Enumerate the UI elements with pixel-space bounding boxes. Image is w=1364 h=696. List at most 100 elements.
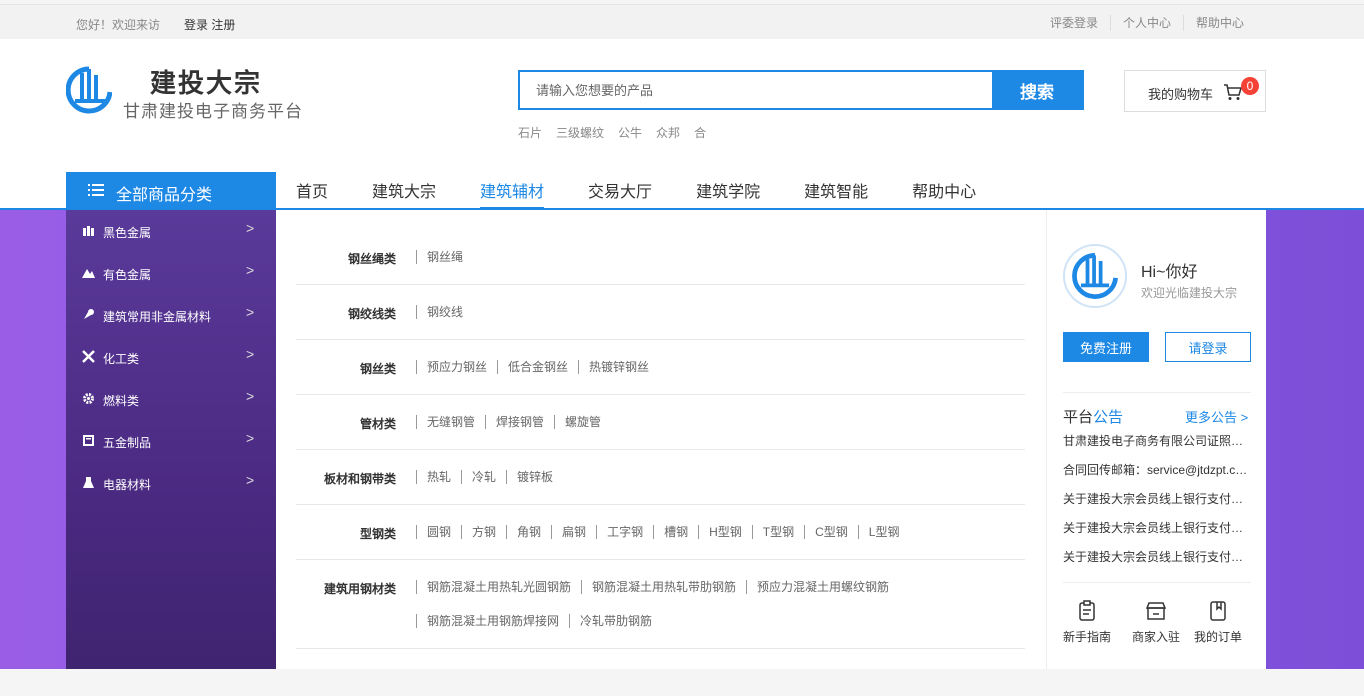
category-item[interactable]: 螺旋管	[554, 415, 611, 429]
nav-home[interactable]: 首页	[296, 178, 328, 208]
flask-icon	[83, 477, 94, 488]
main-nav: 首页 建筑大宗 建筑辅材 交易大厅 建筑学院 建筑智能 帮助中心	[296, 178, 1020, 209]
search-input[interactable]	[520, 72, 994, 108]
category-row: 型钢类 圆钢 方钢 角钢 扁钢 工字钢 槽钢 H型钢 T型钢 C型钢 L型钢	[296, 505, 1025, 560]
all-categories-button[interactable]: 全部商品分类	[66, 172, 276, 209]
nav-trading-hall[interactable]: 交易大厅	[588, 178, 652, 208]
quick-link-orders[interactable]: 我的订单	[1188, 600, 1248, 645]
chevron-right-icon: >	[1240, 410, 1249, 425]
sidebar-item-label: 有色金属	[103, 268, 152, 282]
hot-keyword[interactable]: 合	[694, 124, 706, 141]
category-item[interactable]: 预应力混凝土用螺纹钢筋	[746, 580, 899, 594]
category-item[interactable]: 无缝钢管	[416, 415, 485, 429]
hot-keyword[interactable]: 众邦	[656, 124, 680, 141]
hot-keywords: 石片 三级螺纹 公牛 众邦 合	[518, 124, 706, 141]
category-row: 建筑用钢材类 钢筋混凝土用热轧光圆钢筋 钢筋混凝土用热轧带肋钢筋 预应力混凝土用…	[296, 560, 1025, 649]
category-name[interactable]: 型钢类	[296, 525, 396, 542]
login-register-link[interactable]: 登录 注册	[184, 16, 235, 33]
user-center-link[interactable]: 个人中心	[1109, 15, 1183, 31]
category-name[interactable]: 钢丝绳类	[296, 250, 396, 267]
logo-icon[interactable]	[66, 65, 112, 115]
category-item[interactable]: L型钢	[857, 525, 910, 539]
sidebar-item-hardware[interactable]: 五金制品 >	[66, 420, 276, 462]
footer-strip	[0, 669, 1364, 696]
category-items: 钢丝绳	[416, 250, 1016, 284]
category-name[interactable]: 管材类	[296, 415, 396, 432]
category-items: 钢筋混凝土用热轧光圆钢筋 钢筋混凝土用热轧带肋钢筋 预应力混凝土用螺纹钢筋 钢筋…	[416, 580, 1016, 648]
category-panel: 钢丝绳类 钢丝绳 钢绞线类 钢绞线 钢丝类 预应力钢丝 低合金钢丝 热镀锌钢丝 …	[276, 210, 1046, 669]
category-item[interactable]: 冷轧带肋钢筋	[569, 614, 662, 628]
category-item[interactable]: H型钢	[698, 525, 752, 539]
sidebar-item-ferrous-metal[interactable]: 黑色金属 >	[66, 210, 276, 252]
category-item[interactable]: 钢丝绳	[416, 250, 473, 264]
notice-item[interactable]: 甘肃建投电子商务有限公司证照信息	[1063, 432, 1251, 449]
cart-label: 我的购物车	[1148, 87, 1214, 102]
category-item[interactable]: 镀锌板	[506, 470, 563, 484]
quick-link-label: 新手指南	[1062, 630, 1111, 644]
chevron-right-icon: >	[246, 388, 255, 404]
nav-help-center[interactable]: 帮助中心	[912, 178, 976, 208]
hot-keyword[interactable]: 三级螺纹	[556, 124, 604, 141]
notice-title: 平台公告	[1063, 406, 1123, 427]
notice-item[interactable]: 关于建投大宗会员线上银行支付的通知	[1063, 548, 1251, 565]
sidebar-item-electrical[interactable]: 电器材料 >	[66, 462, 276, 504]
category-item[interactable]: 工字钢	[596, 525, 653, 539]
nav-building-smart[interactable]: 建筑智能	[804, 178, 868, 208]
category-item[interactable]: T型钢	[751, 525, 804, 539]
category-item[interactable]: 钢筋混凝土用热轧光圆钢筋	[416, 580, 581, 594]
judge-login-link[interactable]: 评委登录	[1038, 15, 1110, 31]
category-name[interactable]: 板材和钢带类	[296, 470, 396, 487]
chevron-right-icon: >	[246, 346, 255, 362]
hot-keyword[interactable]: 公牛	[618, 124, 642, 141]
category-item[interactable]: C型钢	[804, 525, 858, 539]
category-item[interactable]: 焊接钢管	[485, 415, 554, 429]
category-item[interactable]: 扁钢	[551, 525, 596, 539]
login-button[interactable]: 请登录	[1165, 332, 1251, 362]
sidebar-item-fuel[interactable]: 燃料类 >	[66, 378, 276, 420]
category-name[interactable]: 钢丝类	[296, 360, 396, 377]
nav-building-auxiliary[interactable]: 建筑辅材	[480, 178, 545, 209]
cart-button[interactable]: 我的购物车 0	[1124, 70, 1266, 112]
quick-link-guide[interactable]: 新手指南	[1057, 600, 1117, 645]
notice-item[interactable]: 关于建投大宗会员线上银行支付的通知	[1063, 519, 1251, 536]
category-item[interactable]: 热镀锌钢丝	[578, 360, 659, 374]
greeting-title: Hi~你好	[1141, 264, 1198, 281]
more-notices-link[interactable]: 更多公告 >	[1185, 407, 1248, 426]
quick-link-label: 商家入驻	[1131, 630, 1180, 644]
chevron-right-icon: >	[246, 304, 255, 320]
sidebar-item-nonferrous-metal[interactable]: 有色金属 >	[66, 252, 276, 294]
search-button[interactable]: 搜索	[992, 72, 1082, 108]
sidebar-item-nonmetal-materials[interactable]: 建筑常用非金属材料 >	[66, 294, 276, 336]
sidebar-item-chemical[interactable]: 化工类 >	[66, 336, 276, 378]
category-item[interactable]: 角钢	[506, 525, 551, 539]
category-name[interactable]: 钢绞线类	[296, 305, 396, 322]
category-item[interactable]: 槽钢	[653, 525, 698, 539]
category-item[interactable]: 预应力钢丝	[416, 360, 497, 374]
notice-title-highlight: 公告	[1093, 409, 1124, 426]
notice-item[interactable]: 关于建投大宗会员线上银行支付的通知	[1063, 490, 1251, 507]
logo-title: 建投大宗	[150, 68, 263, 98]
category-items: 钢绞线	[416, 305, 1016, 339]
notice-item[interactable]: 合同回传邮箱：service@jtdzpt.com	[1063, 461, 1251, 478]
category-item[interactable]: 热轧	[416, 470, 461, 484]
free-register-button[interactable]: 免费注册	[1063, 332, 1149, 362]
sidebar-item-label: 建筑常用非金属材料	[103, 310, 212, 324]
sidebar-item-label: 电器材料	[103, 478, 152, 492]
category-item[interactable]: 钢筋混凝土用钢筋焊接网	[416, 614, 569, 628]
help-center-link[interactable]: 帮助中心	[1182, 15, 1256, 31]
more-notices-label: 更多公告	[1185, 410, 1238, 425]
sidebar-item-label: 化工类	[103, 352, 140, 366]
category-name[interactable]: 建筑用钢材类	[296, 580, 396, 597]
nav-building-academy[interactable]: 建筑学院	[696, 178, 760, 208]
category-item[interactable]: 钢绞线	[416, 305, 473, 319]
category-item[interactable]: 钢筋混凝土用热轧带肋钢筋	[581, 580, 746, 594]
nav-building-bulk[interactable]: 建筑大宗	[372, 178, 436, 208]
sidebar-item-label: 燃料类	[103, 394, 140, 408]
category-item[interactable]: 圆钢	[416, 525, 461, 539]
hot-keyword[interactable]: 石片	[518, 124, 542, 141]
quick-link-merchant[interactable]: 商家入驻	[1126, 600, 1186, 645]
category-item[interactable]: 冷轧	[461, 470, 506, 484]
logo-subtitle: 甘肃建投电子商务平台	[123, 102, 303, 121]
category-item[interactable]: 低合金钢丝	[497, 360, 578, 374]
category-item[interactable]: 方钢	[461, 525, 506, 539]
